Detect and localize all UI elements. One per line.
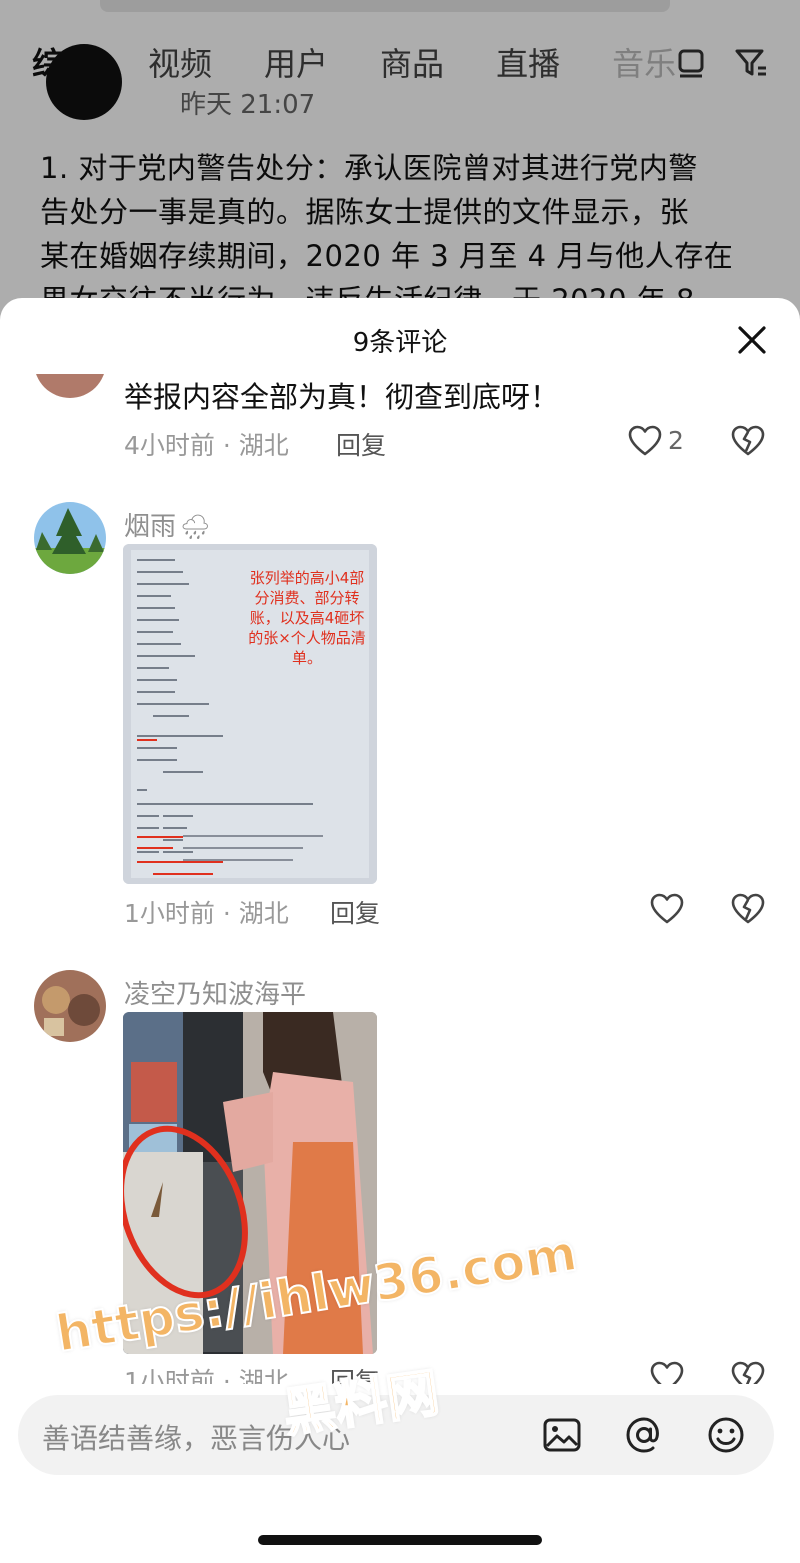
sheet-header: 9条评论 xyxy=(0,298,800,382)
image-caption-overlay: 张列举的高小4部分消费、部分转账，以及高4砸坏的张×个人物品清单。 xyxy=(248,569,366,667)
comment-text: 举报内容全部为真！彻查到底呀！ xyxy=(124,380,560,414)
comment-meta: 1小时前 · 湖北 xyxy=(124,1367,289,1384)
heart-icon[interactable] xyxy=(628,425,662,457)
commenter-avatar[interactable] xyxy=(34,970,106,1042)
reply-button[interactable]: 回复 xyxy=(336,426,386,462)
rain-cloud-emoji: 🌧 xyxy=(180,513,211,541)
broken-heart-icon[interactable] xyxy=(731,1361,765,1384)
comment-meta: 4小时前 · 湖北 xyxy=(124,431,289,460)
commenter-name: 烟雨 🌧 xyxy=(124,506,210,543)
image-picker-icon[interactable] xyxy=(542,1415,582,1455)
close-icon[interactable] xyxy=(734,322,770,358)
commenter-name-text: 烟雨 xyxy=(124,512,177,542)
home-indicator[interactable] xyxy=(258,1535,542,1545)
like-count: 2 xyxy=(668,426,684,455)
emoji-icon[interactable] xyxy=(706,1415,746,1455)
heart-icon[interactable] xyxy=(650,893,684,925)
broken-heart-icon[interactable] xyxy=(731,425,765,457)
comments-sheet: 9条评论 举报内容全部为真！彻查到底呀！ 4小时前 · 湖北 回复 2 烟雨 🌧… xyxy=(0,298,800,1563)
mention-icon[interactable] xyxy=(624,1415,664,1455)
commenter-avatar[interactable] xyxy=(34,502,106,574)
comment-list[interactable]: 举报内容全部为真！彻查到底呀！ 4小时前 · 湖北 回复 2 烟雨 🌧 张列举的… xyxy=(0,374,800,1384)
broken-heart-icon[interactable] xyxy=(731,893,765,925)
commenter-avatar[interactable] xyxy=(34,374,106,398)
heart-icon[interactable] xyxy=(650,1361,684,1384)
commenter-name: 凌空乃知波海平 xyxy=(124,980,307,1010)
comment-meta: 1小时前 · 湖北 xyxy=(124,899,289,928)
reply-button[interactable]: 回复 xyxy=(330,894,380,930)
comment-count-title: 9条评论 xyxy=(352,328,448,358)
comment-image-document[interactable]: 张列举的高小4部分消费、部分转账，以及高4砸坏的张×个人物品清单。 xyxy=(123,544,377,884)
background-search-results: 综合 视频 用户 商品 直播 音乐 昨天 21:07 1. 对于党内警告处分：承… xyxy=(0,0,800,330)
modal-overlay[interactable] xyxy=(0,0,800,330)
